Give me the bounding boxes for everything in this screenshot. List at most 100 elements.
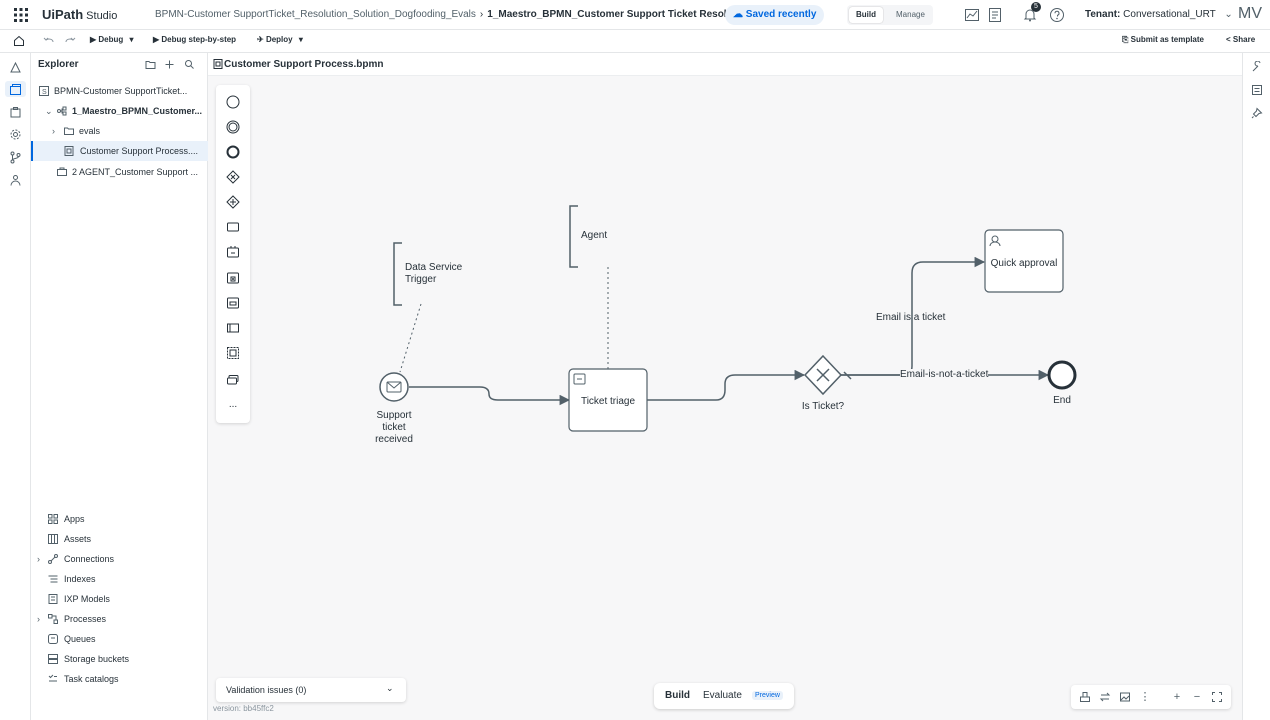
evaluate-tab[interactable]: Evaluate — [703, 690, 742, 701]
assets-icon — [48, 534, 58, 544]
agent-task-icon[interactable] — [226, 245, 240, 259]
share-button[interactable]: < Share — [1226, 35, 1255, 44]
editor-tab-title[interactable]: Customer Support Process.bpmn — [224, 59, 383, 70]
explorer-title: Explorer — [38, 59, 79, 70]
deploy-button[interactable]: ✈ Deploy ▾ — [257, 35, 303, 44]
chevron-down-icon: ▾ — [129, 35, 134, 44]
chevron-down-icon[interactable]: ⌄ — [386, 683, 394, 694]
subprocess-icon[interactable] — [226, 271, 240, 285]
submit-template-button[interactable]: ⎘ Submit as template — [1122, 35, 1204, 45]
annotation-bracket[interactable] — [393, 242, 402, 306]
chevron-down-icon[interactable]: ⌄ — [45, 101, 53, 121]
pool-icon[interactable] — [226, 321, 240, 335]
tree-item-bpmn-file[interactable]: Customer Support Process.... — [31, 141, 208, 161]
swap-icon[interactable] — [1099, 691, 1111, 703]
explorer-icon[interactable] — [9, 83, 22, 96]
properties-icon[interactable] — [1251, 84, 1263, 96]
breadcrumb-solution[interactable]: BPMN-Customer SupportTicket_Resolution_S… — [155, 9, 476, 20]
end-event-icon[interactable] — [226, 145, 240, 159]
validation-panel[interactable]: Validation issues (0) ⌄ — [216, 678, 406, 702]
task-icon[interactable] — [226, 220, 240, 234]
settings-icon[interactable] — [9, 128, 22, 141]
zoom-in-icon[interactable]: + — [1171, 691, 1183, 703]
rocket-icon: ✈ — [257, 35, 264, 44]
fit-screen-icon[interactable] — [1211, 691, 1223, 703]
canvas-controls: ⋮ + − — [1071, 685, 1231, 709]
tenant-selector[interactable]: Tenant: Conversational_URT ⌄ — [1085, 9, 1233, 20]
tree-item-evals[interactable]: › evals — [31, 121, 208, 141]
chevron-right-icon[interactable]: › — [37, 550, 40, 568]
document-icon[interactable] — [987, 7, 1003, 23]
sequence-flow[interactable] — [409, 386, 571, 406]
tree-item-project[interactable]: ⌄ 1_Maestro_BPMN_Customer... — [31, 101, 208, 121]
build-tab[interactable]: Build — [665, 690, 690, 701]
call-activity-icon[interactable] — [226, 296, 240, 310]
parallel-gateway-icon[interactable] — [226, 195, 240, 209]
branch-icon[interactable] — [9, 151, 22, 164]
wrench-icon[interactable] — [1251, 61, 1263, 73]
annotation-agent-text[interactable]: Agent — [581, 230, 607, 242]
end-event[interactable] — [1047, 360, 1077, 390]
bpmn-file-icon — [213, 59, 223, 69]
source-control-icon[interactable] — [9, 61, 22, 74]
resource-processes[interactable]: › Processes — [31, 610, 208, 628]
mode-build-button[interactable]: Build — [849, 7, 883, 23]
resource-queues[interactable]: Queues — [31, 630, 208, 648]
saved-status-badge: ☁ Saved recently — [725, 5, 825, 25]
annotation-trigger-text[interactable]: Data Service Trigger — [405, 262, 475, 286]
home-icon[interactable] — [13, 35, 25, 47]
intermediate-event-icon[interactable] — [226, 120, 240, 134]
resource-ixp-models[interactable]: IXP Models — [31, 590, 208, 608]
people-icon[interactable] — [9, 174, 22, 187]
more-vertical-icon[interactable]: ⋮ — [1139, 691, 1151, 703]
resource-task-catalogs[interactable]: Task catalogs — [31, 670, 208, 688]
exclusive-gateway-icon[interactable] — [226, 170, 240, 184]
resource-apps[interactable]: Apps — [31, 510, 208, 528]
chevron-right-icon[interactable]: › — [37, 610, 40, 628]
start-event[interactable] — [379, 372, 409, 402]
help-icon[interactable] — [1049, 7, 1065, 23]
annotation-bracket[interactable] — [569, 205, 578, 268]
start-event-icon[interactable] — [226, 95, 240, 109]
apps-grid-icon[interactable] — [14, 8, 28, 22]
data-store-icon[interactable] — [226, 373, 240, 387]
debug-button[interactable]: ▶ Debug ▾ — [90, 35, 134, 44]
more-elements-button[interactable]: ... — [226, 398, 240, 412]
brand-logo[interactable]: UiPath Studio — [42, 7, 117, 22]
processes-icon — [48, 614, 58, 624]
resource-storage-buckets[interactable]: Storage buckets — [31, 650, 208, 668]
resource-connections[interactable]: › Connections — [31, 550, 208, 568]
mode-manage-button[interactable]: Manage — [889, 7, 932, 23]
package-icon[interactable] — [9, 106, 22, 119]
zoom-out-icon[interactable]: − — [1191, 691, 1203, 703]
debug-label: Debug — [98, 35, 124, 44]
element-palette: ... — [216, 85, 250, 423]
image-icon[interactable] — [1119, 691, 1131, 703]
svg-text:S: S — [42, 89, 47, 96]
chevron-right-icon[interactable]: › — [52, 121, 55, 141]
undo-icon[interactable] — [43, 35, 55, 47]
resource-assets[interactable]: Assets — [31, 530, 208, 548]
add-icon[interactable] — [164, 59, 175, 70]
tree-item-solution[interactable]: S BPMN-Customer SupportTicket... — [31, 81, 208, 101]
share-icon: < — [1226, 35, 1231, 44]
sequence-flow[interactable] — [647, 369, 806, 401]
task-triage-label: Ticket triage — [580, 396, 636, 407]
deploy-label: Deploy — [265, 35, 293, 44]
new-folder-icon[interactable] — [145, 59, 156, 70]
layout-icon[interactable] — [1079, 691, 1091, 703]
tree-item-agent[interactable]: 2 AGENT_Customer Support ... — [31, 162, 208, 182]
redo-icon[interactable] — [64, 35, 76, 47]
avatar[interactable]: MV — [1238, 5, 1262, 23]
pin-icon[interactable] — [1251, 107, 1263, 119]
folder-icon — [64, 127, 74, 135]
resource-indexes[interactable]: Indexes — [31, 570, 208, 588]
breadcrumb-project[interactable]: 1_Maestro_BPMN_Customer Support Ticket R… — [487, 9, 751, 20]
search-icon[interactable] — [184, 59, 195, 70]
resource-label: Processes — [64, 614, 107, 624]
association-line — [399, 303, 422, 373]
debug-step-button[interactable]: ▶ Debug step-by-step — [153, 35, 236, 44]
group-icon[interactable] — [226, 346, 240, 360]
resource-label: IXP Models — [64, 594, 110, 604]
chart-icon[interactable] — [964, 7, 980, 23]
